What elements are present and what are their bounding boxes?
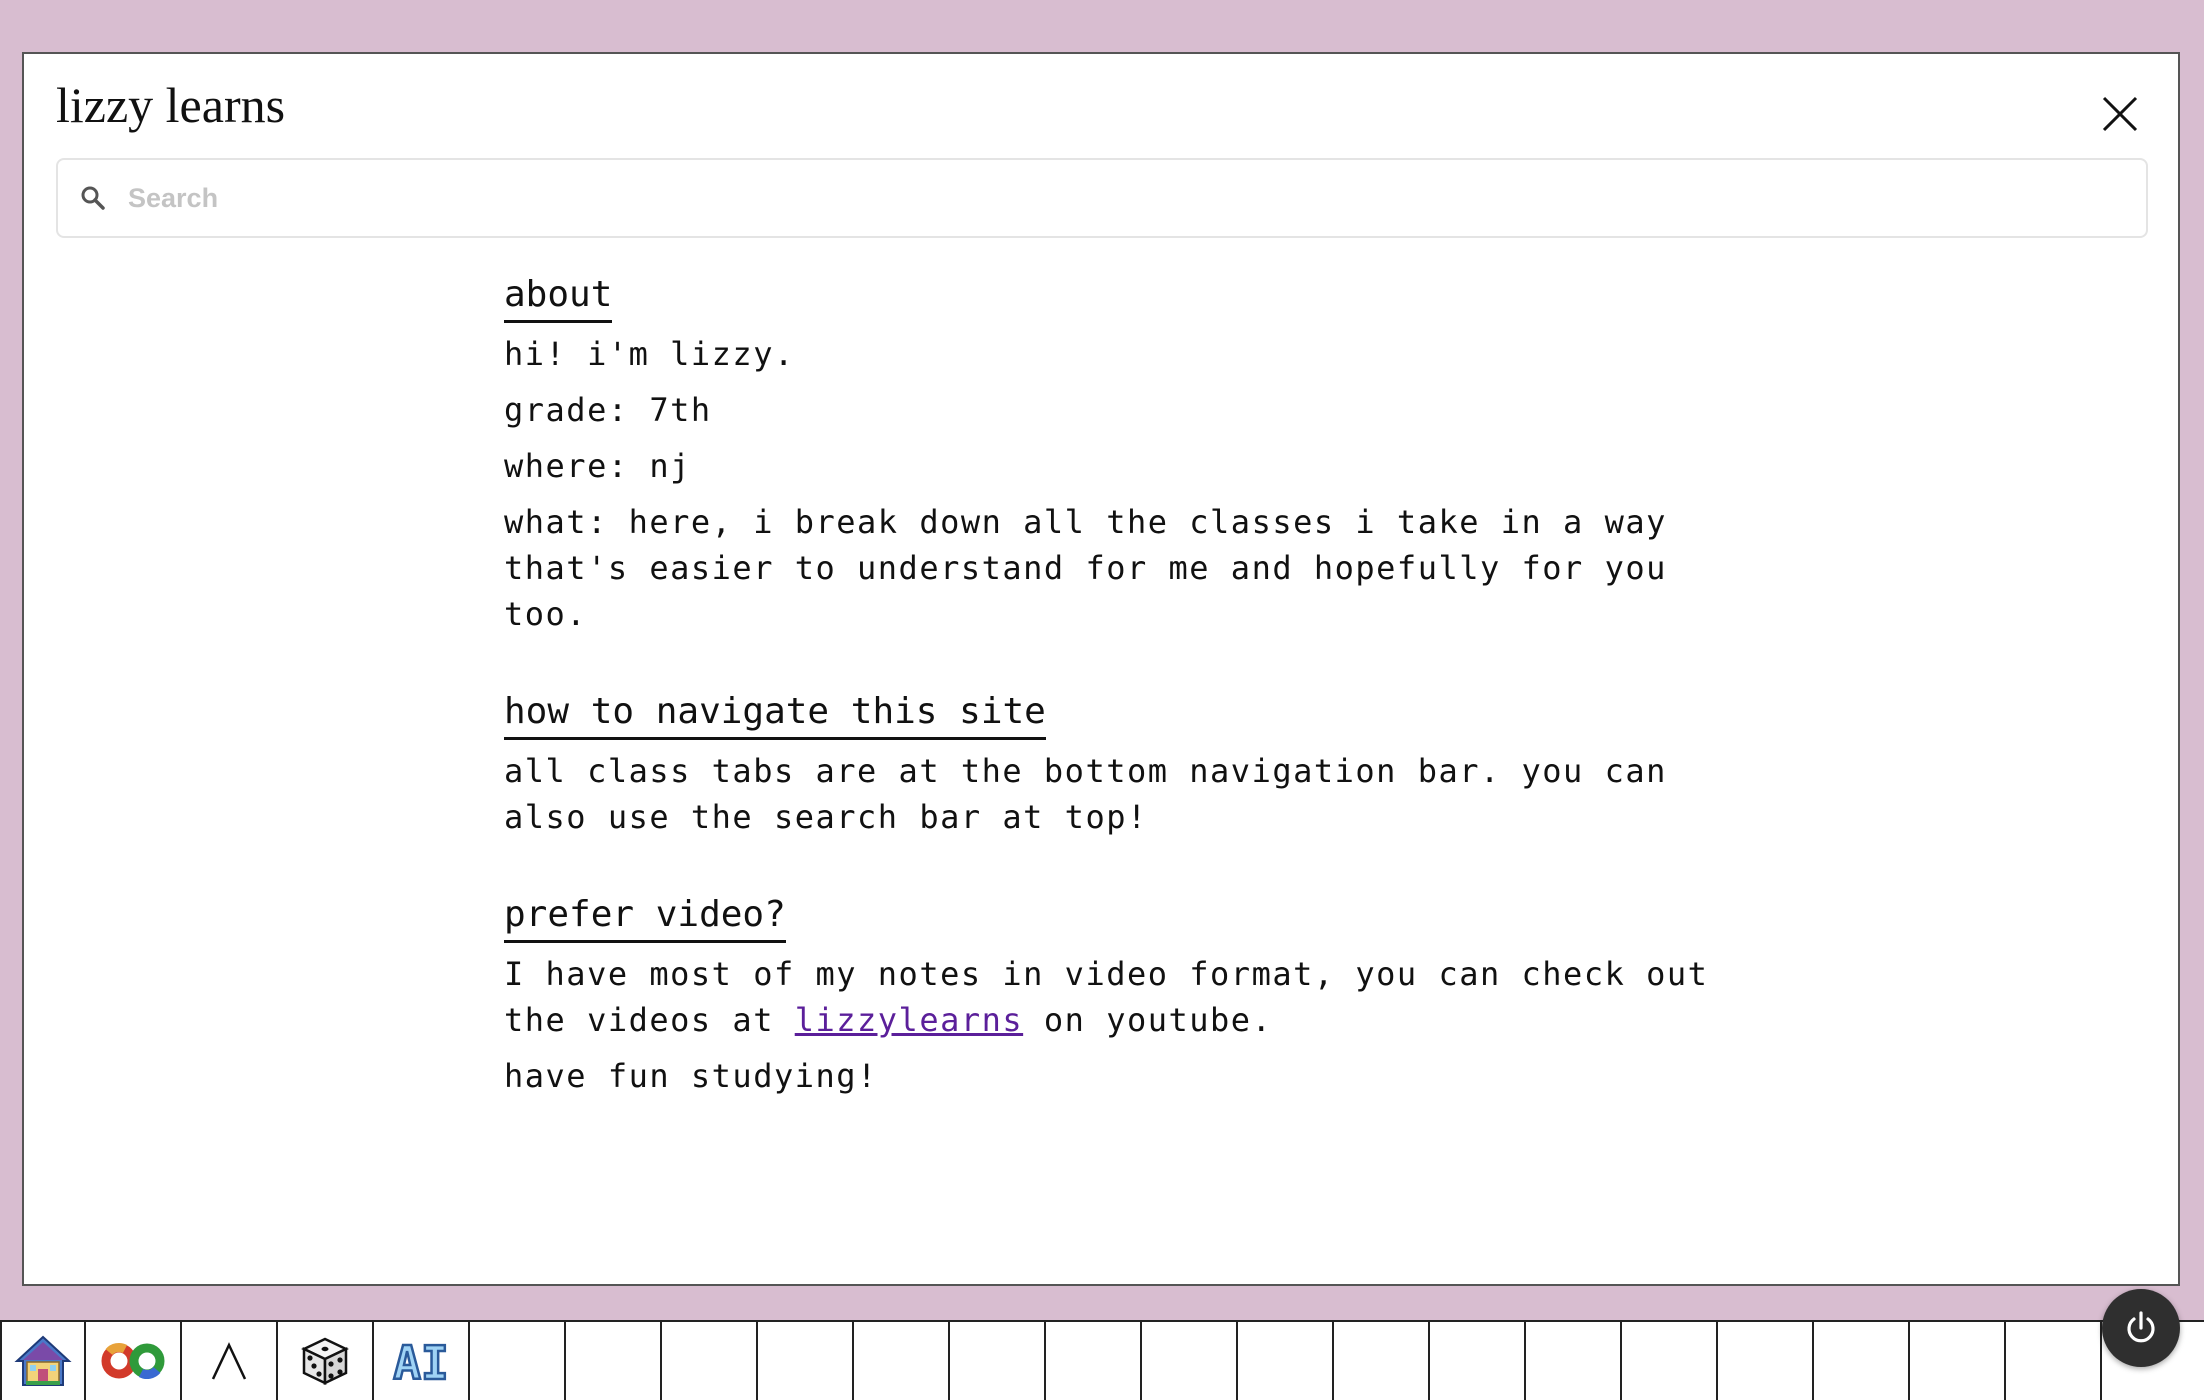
about-line-grade: grade: 7th: [504, 391, 712, 429]
tab-empty[interactable]: [1622, 1322, 1718, 1400]
navigate-heading: how to navigate this site: [504, 687, 1046, 740]
video-heading: prefer video?: [504, 890, 786, 943]
tab-ai[interactable]: AI: [374, 1322, 470, 1400]
tab-empty[interactable]: [854, 1322, 950, 1400]
tab-empty[interactable]: [470, 1322, 566, 1400]
video-section: prefer video? I have most of my notes in…: [504, 890, 1744, 1099]
tab-empty[interactable]: [1718, 1322, 1814, 1400]
search-input[interactable]: [126, 181, 2030, 215]
site-window: lizzy learns about hi! i'm lizzy. grade:…: [22, 52, 2180, 1286]
about-line-what: what: here, i break down all the classes…: [504, 503, 1667, 633]
tab-empty[interactable]: [1142, 1322, 1238, 1400]
main-content: about hi! i'm lizzy. grade: 7th where: n…: [504, 270, 1744, 1149]
infinity-loop-icon: [101, 1342, 165, 1380]
close-button[interactable]: [2098, 92, 2142, 136]
tab-empty[interactable]: [1046, 1322, 1142, 1400]
ai-text-icon: AI: [392, 1336, 450, 1386]
navigate-section: how to navigate this site all class tabs…: [504, 687, 1744, 840]
tab-infinity[interactable]: [86, 1322, 182, 1400]
site-title: lizzy learns: [56, 77, 286, 133]
about-line-where: where: nj: [504, 447, 691, 485]
tab-empty[interactable]: [662, 1322, 758, 1400]
tab-empty[interactable]: [1430, 1322, 1526, 1400]
video-text-after: on youtube.: [1023, 1001, 1273, 1039]
close-icon: [2102, 96, 2138, 132]
tab-empty[interactable]: [1334, 1322, 1430, 1400]
tab-empty[interactable]: [1526, 1322, 1622, 1400]
caret-up-icon: [211, 1342, 247, 1380]
navigate-text: all class tabs are at the bottom navigat…: [504, 752, 1667, 836]
video-text: I have most of my notes in video format,…: [504, 951, 1744, 1043]
tab-empty[interactable]: [2006, 1322, 2102, 1400]
tab-caret[interactable]: [182, 1322, 278, 1400]
tab-empty[interactable]: [566, 1322, 662, 1400]
house-icon: [14, 1335, 72, 1386]
power-icon: [2127, 1311, 2155, 1343]
tab-dice[interactable]: [278, 1322, 374, 1400]
tab-empty[interactable]: [950, 1322, 1046, 1400]
youtube-link[interactable]: lizzylearns: [795, 1001, 1023, 1039]
tab-empty[interactable]: [1814, 1322, 1910, 1400]
about-section: about hi! i'm lizzy. grade: 7th where: n…: [504, 270, 1744, 637]
tab-empty[interactable]: [758, 1322, 854, 1400]
about-line-greeting: hi! i'm lizzy.: [504, 335, 795, 373]
search-icon: [78, 183, 108, 213]
tab-empty[interactable]: [1238, 1322, 1334, 1400]
about-heading: about: [504, 270, 613, 323]
ai-icon-label: AI: [393, 1336, 448, 1386]
tab-empty[interactable]: [1910, 1322, 2006, 1400]
tab-home[interactable]: [0, 1322, 86, 1400]
bottom-navigation-bar: AI: [0, 1320, 2204, 1400]
dice-icon: [301, 1337, 349, 1385]
power-button[interactable]: [2102, 1289, 2180, 1367]
search-bar[interactable]: [56, 158, 2148, 238]
closing-text: have fun studying!: [504, 1057, 878, 1095]
